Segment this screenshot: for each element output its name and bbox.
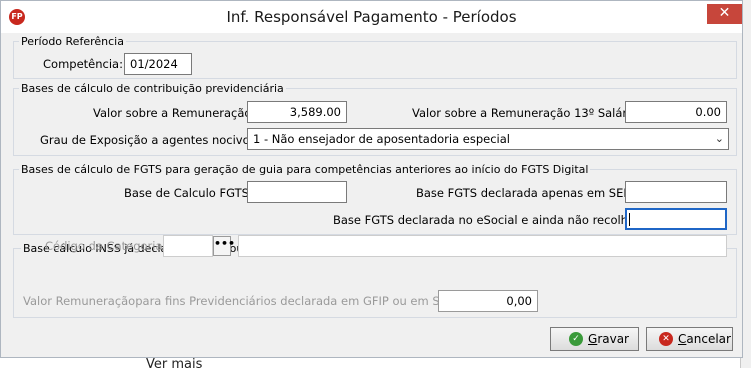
dialog-window: FP Inf. Responsável Pagamento - Períodos… [0,0,743,358]
exposicao-selected-value: 1 - Não ensejador de aposentadoria espec… [253,132,510,146]
valor-remuneracao-input[interactable]: 0,00 [438,290,538,312]
categoria-desc-input[interactable] [238,235,727,257]
base-calculo-fgts-input[interactable] [247,181,347,203]
base-calculo-fgts-label: Base de Calculo FGTS: [124,186,253,200]
gravar-mnemonic: G [588,332,598,346]
cancel-icon: ✕ [659,332,673,346]
cancelar-label: Cancelar [678,328,731,350]
fgts-group-label: Bases de cálculo de FGTS para geração de… [19,163,591,176]
remuneracao13-label: Valor sobre a Remuneração 13º Salário: [412,106,642,120]
background-ver-mais-text: Ver mais [146,357,203,372]
competencia-input[interactable]: 01/2024 [124,53,192,75]
gravar-button[interactable]: ✓ Gravar [550,327,639,351]
close-icon: ✕ [718,5,731,21]
competencia-label: Competência: [43,57,123,71]
text-caret [629,213,630,226]
window-title: Inf. Responsável Pagamento - Períodos [226,8,517,26]
esocial-label: Base FGTS declarada no eSocial e ainda n… [333,213,650,227]
gravar-rest: ravar [597,332,629,346]
exposicao-label: Grau de Exposição a agentes nocivos: [40,133,260,147]
periodo-group-label: Período Referência [19,35,126,48]
remuneracao-label: Valor sobre a Remuneração: [93,106,256,120]
categoria-code-input[interactable] [163,235,213,257]
chevron-down-icon: ⌄ [714,132,724,145]
cancelar-rest: ancelar [686,332,731,346]
exposicao-select[interactable]: 1 - Não ensejador de aposentadoria espec… [247,128,729,150]
cancelar-button[interactable]: ✕ Cancelar [646,327,733,351]
sefip-input[interactable] [625,181,727,203]
close-button[interactable]: ✕ [707,4,742,24]
categoria-lookup-button[interactable]: ••• [213,236,235,256]
valor-remuneracao-label: Valor Remuneraçãopara fins Previdenciári… [23,294,477,308]
esocial-input[interactable] [625,208,727,230]
title-bar: FP Inf. Responsável Pagamento - Períodos… [1,1,742,33]
remuneracao-input[interactable]: 3,589.00 [247,101,347,123]
more-icon: ••• [214,237,236,250]
check-icon: ✓ [569,332,583,346]
categoria-label: Código da Categoria: [45,239,167,253]
remuneracao13-input[interactable]: 0.00 [625,101,727,123]
gravar-label: Gravar [588,328,629,350]
previdencia-group-label: Bases de cálculo de contribuição previde… [19,82,286,95]
sefip-label: Base FGTS declarada apenas em SEFIP: [416,186,645,200]
